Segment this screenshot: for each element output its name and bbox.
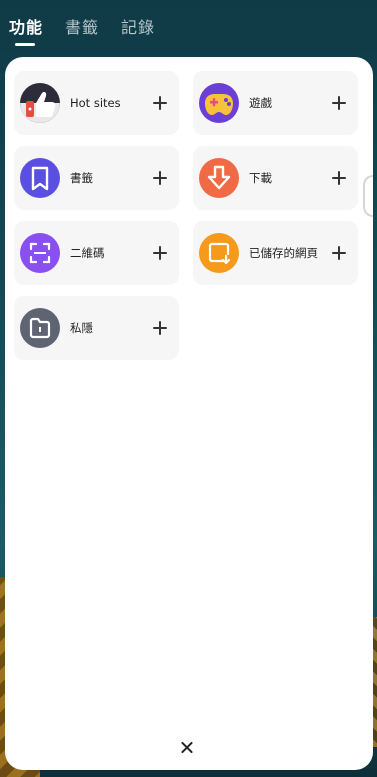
bookmark-icon xyxy=(20,158,60,198)
add-icon[interactable] xyxy=(332,96,346,110)
tab-features[interactable]: 功能 xyxy=(9,14,43,46)
feature-games[interactable]: 遊戲 xyxy=(193,71,358,135)
feature-label: 書籤 xyxy=(70,171,93,185)
feature-private[interactable]: 私隱 xyxy=(14,296,179,360)
feature-qr-code[interactable]: 二維碼 xyxy=(14,221,179,285)
feature-label: 已儲存的網頁 xyxy=(249,246,318,260)
add-icon[interactable] xyxy=(332,246,346,260)
feature-hot-sites[interactable]: Hot sites xyxy=(14,71,179,135)
side-drawer-handle[interactable] xyxy=(363,175,373,217)
add-icon[interactable] xyxy=(153,246,167,260)
gamepad-icon xyxy=(199,83,239,123)
feature-bookmarks[interactable]: 書籤 xyxy=(14,146,179,210)
private-folder-icon xyxy=(20,308,60,348)
feature-downloads[interactable]: 下載 xyxy=(193,146,358,210)
close-icon[interactable] xyxy=(177,738,197,758)
feature-label: 遊戲 xyxy=(249,96,272,110)
feature-label: 二維碼 xyxy=(70,246,105,260)
features-panel: Hot sites 遊戲 書籤 下載 二維碼 已儲存的網頁 私隱 xyxy=(5,57,373,770)
add-icon[interactable] xyxy=(153,321,167,335)
qr-scan-icon xyxy=(20,233,60,273)
download-icon xyxy=(199,158,239,198)
add-icon[interactable] xyxy=(332,171,346,185)
feature-label: 下載 xyxy=(249,171,272,185)
saved-page-icon xyxy=(199,233,239,273)
feature-saved-pages[interactable]: 已儲存的網頁 xyxy=(193,221,358,285)
feature-label: 私隱 xyxy=(70,321,93,335)
thumbs-up-icon xyxy=(20,83,60,123)
tab-history[interactable]: 記錄 xyxy=(121,14,155,38)
add-icon[interactable] xyxy=(153,96,167,110)
top-tabs: 功能 書籤 記錄 xyxy=(0,0,377,50)
add-icon[interactable] xyxy=(153,171,167,185)
feature-label: Hot sites xyxy=(70,96,121,110)
tab-bookmarks[interactable]: 書籤 xyxy=(65,14,99,38)
